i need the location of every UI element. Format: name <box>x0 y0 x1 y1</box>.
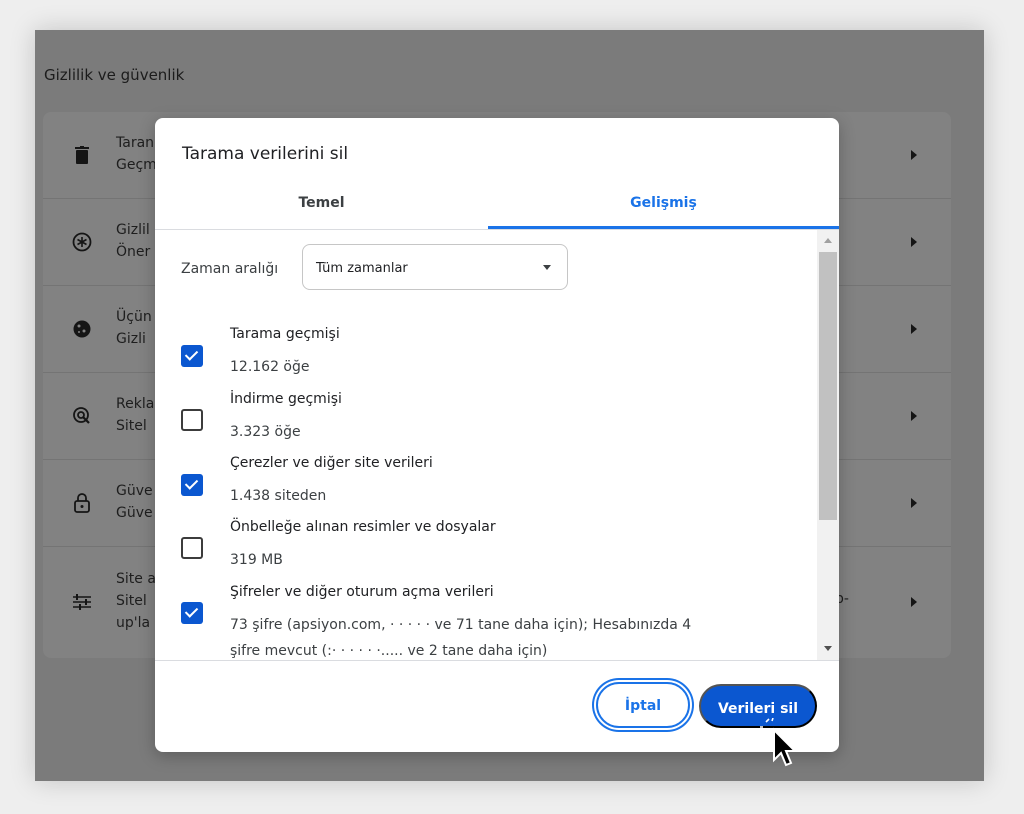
scroll-thumb[interactable] <box>819 252 837 520</box>
option-title: Çerezler ve diğer site verileri <box>230 455 433 471</box>
arrow-right-icon <box>911 411 917 421</box>
option-title: İndirme geçmişi <box>230 391 342 407</box>
time-range-select[interactable]: Tüm zamanlar <box>302 244 568 290</box>
clear-browsing-data-dialog: Tarama verilerini sil Temel Gelişmiş Zam… <box>155 118 839 752</box>
sliders-icon <box>71 591 93 613</box>
mouse-cursor-icon <box>760 718 798 767</box>
arrow-right-icon <box>911 324 917 334</box>
arrow-right-icon <box>911 150 917 160</box>
arrow-right-icon <box>911 237 917 247</box>
scroll-up-icon[interactable] <box>824 238 832 243</box>
option-download-history[interactable]: İndirme geçmişi 3.323 öğe <box>155 391 815 441</box>
option-desc: 1.438 siteden <box>230 488 327 504</box>
privacy-guide-icon <box>71 231 93 253</box>
row-text: Site a Sitel up'la <box>116 571 156 631</box>
row-text: Gizlil Öner <box>116 222 151 260</box>
footer-divider <box>155 660 839 661</box>
option-title: Önbelleğe alınan resimler ve dosyalar <box>230 519 496 535</box>
section-title: Gizlilik ve güvenlik <box>44 66 185 84</box>
row-text: Üçün Gizli <box>116 309 152 347</box>
options-scroll-area[interactable]: Zaman aralığı Tüm zamanlar Tarama geçmiş… <box>155 230 839 660</box>
row-text: Güve Güve <box>116 483 153 521</box>
trash-icon <box>71 144 93 166</box>
scroll-down-icon[interactable] <box>824 646 832 651</box>
option-title: Tarama geçmişi <box>230 326 340 342</box>
lock-icon <box>71 492 93 514</box>
row-text: Rekla Sitel <box>116 396 155 434</box>
time-range-label: Zaman aralığı <box>181 261 279 277</box>
checkbox-cookies[interactable] <box>181 474 203 496</box>
tab-advanced[interactable]: Gelişmiş <box>488 192 839 228</box>
checkbox-browsing-history[interactable] <box>181 345 203 367</box>
arrow-right-icon <box>911 597 917 607</box>
cancel-button[interactable]: İptal <box>596 682 690 728</box>
option-desc: 3.323 öğe <box>230 424 301 440</box>
option-title: Şifreler ve diğer oturum açma verileri <box>230 584 494 600</box>
option-desc: 73 şifre (apsiyon.com, · · · · · ve 71 t… <box>230 617 692 659</box>
option-desc: 12.162 öğe <box>230 359 310 375</box>
ads-privacy-icon <box>71 405 93 427</box>
checkbox-cached-files[interactable] <box>181 537 203 559</box>
cookie-icon <box>71 318 93 340</box>
tab-basic[interactable]: Temel <box>155 192 488 228</box>
option-cached-files[interactable]: Önbelleğe alınan resimler ve dosyalar 31… <box>155 519 815 569</box>
scrollbar[interactable] <box>817 230 839 660</box>
checkbox-passwords[interactable] <box>181 602 203 624</box>
option-cookies[interactable]: Çerezler ve diğer site verileri 1.438 si… <box>155 455 815 505</box>
dialog-title: Tarama verilerini sil <box>182 144 349 164</box>
row-text: Taran Geçm <box>116 135 157 173</box>
option-browsing-history[interactable]: Tarama geçmişi 12.162 öğe <box>155 326 815 376</box>
arrow-right-icon <box>911 498 917 508</box>
option-desc: 319 MB <box>230 552 283 568</box>
chevron-down-icon <box>543 265 551 270</box>
option-passwords[interactable]: Şifreler ve diğer oturum açma verileri 7… <box>155 584 815 660</box>
time-range-value: Tüm zamanlar <box>316 261 408 276</box>
checkbox-download-history[interactable] <box>181 409 203 431</box>
